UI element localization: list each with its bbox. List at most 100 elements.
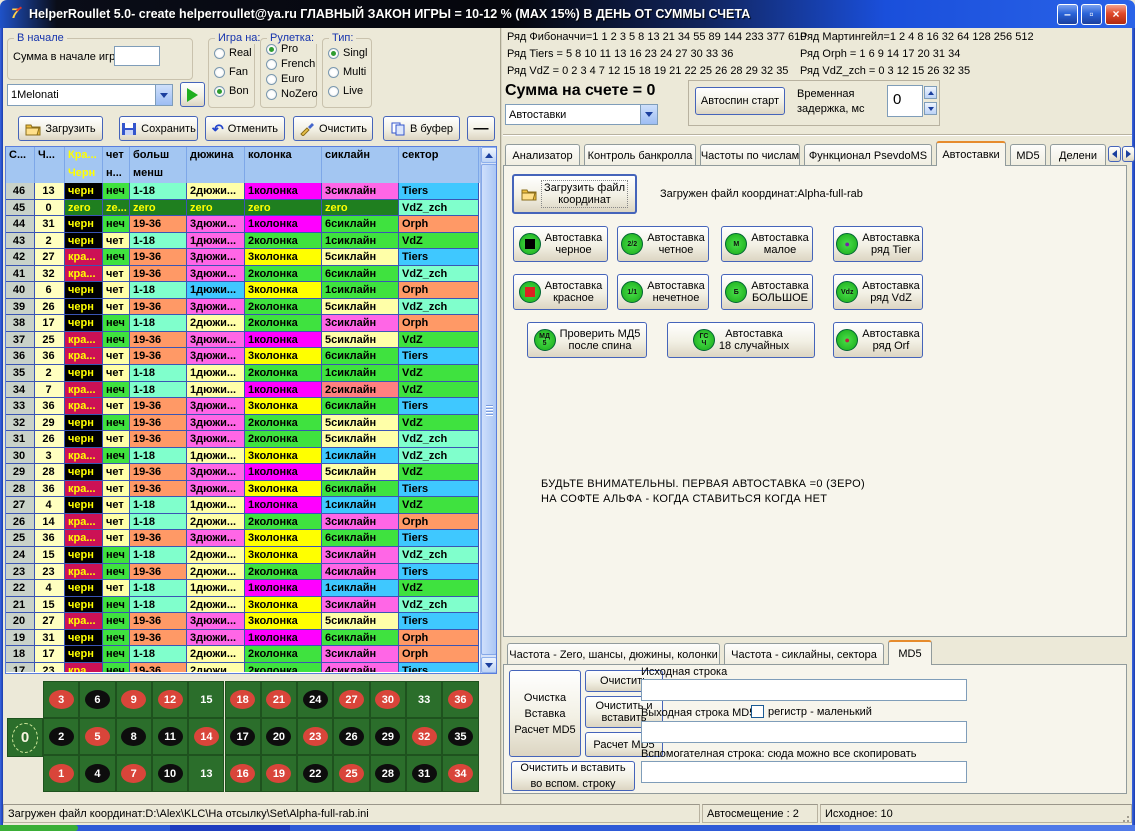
table-row[interactable]: 274чернчет1-181дюжи...1колонка1сиклайнVd… bbox=[6, 497, 496, 514]
md5-source-input[interactable] bbox=[641, 679, 967, 701]
close-button[interactable]: × bbox=[1105, 4, 1127, 25]
tabs-scroll-left-icon[interactable] bbox=[1108, 146, 1121, 162]
table-row[interactable]: 2836кра...чет19-363дюжи...3колонка6сикла… bbox=[6, 481, 496, 498]
results-table-rows[interactable]: 4613черннеч1-182дюжи...1колонка3сиклайнT… bbox=[6, 183, 496, 672]
table-row[interactable]: 1817черннеч1-182дюжи...2колонка3сиклайнO… bbox=[6, 646, 496, 663]
table-row[interactable]: 3817черннеч1-182дюжи...2колонка3сиклайнO… bbox=[6, 315, 496, 332]
table-row[interactable]: 224чернчет1-181дюжи...1колонка1сиклайнVd… bbox=[6, 580, 496, 597]
table-row[interactable]: 406чернчет1-181дюжи...3колонка1сиклайнOr… bbox=[6, 282, 496, 299]
roulette-cell-36[interactable]: 36 bbox=[443, 682, 477, 717]
radio-fan[interactable]: Fan bbox=[214, 66, 248, 78]
roulette-cell-33[interactable]: 33 bbox=[407, 682, 441, 717]
roulette-cell-28[interactable]: 28 bbox=[371, 756, 405, 791]
collapse-button[interactable]: — bbox=[467, 116, 495, 141]
chevron-down-icon[interactable] bbox=[155, 85, 172, 105]
radio-pro[interactable]: Pro bbox=[266, 43, 298, 55]
roulette-cell-25[interactable]: 25 bbox=[334, 756, 368, 791]
roulette-cell-29[interactable]: 29 bbox=[371, 719, 405, 754]
column-header[interactable]: Черн bbox=[65, 165, 103, 183]
table-row[interactable]: 4613черннеч1-182дюжи...1колонка3сиклайнT… bbox=[6, 183, 496, 200]
roulette-cell-26[interactable]: 26 bbox=[334, 719, 368, 754]
roulette-cell-30[interactable]: 30 bbox=[371, 682, 405, 717]
tabs-scroll-right-icon[interactable] bbox=[1122, 146, 1135, 162]
clear-button[interactable]: Очистить bbox=[293, 116, 373, 141]
maximize-button[interactable]: ▫ bbox=[1081, 4, 1102, 25]
table-row[interactable]: 2614кра...чет1-182дюжи...2колонка3сиклай… bbox=[6, 514, 496, 531]
column-header[interactable]: дюжина bbox=[187, 147, 245, 165]
tab-частоты-по-числам[interactable]: Частоты по числам bbox=[700, 144, 800, 166]
minimize-button[interactable]: – bbox=[1057, 4, 1078, 25]
column-header[interactable]: сиклайн bbox=[322, 147, 399, 165]
autobet-button-красное[interactable]: Автоставкакрасное bbox=[513, 274, 608, 310]
autobet-button-малое[interactable]: МАвтоставкамалое bbox=[721, 226, 813, 262]
roulette-cell-18[interactable]: 18 bbox=[226, 682, 260, 717]
table-row[interactable]: 303кра...неч1-181дюжи...3колонка1сиклайн… bbox=[6, 448, 496, 465]
roulette-cell-11[interactable]: 11 bbox=[153, 719, 187, 754]
roulette-cell-15[interactable]: 15 bbox=[189, 682, 223, 717]
radio-icon[interactable] bbox=[214, 48, 225, 59]
roulette-cell-14[interactable]: 14 bbox=[189, 719, 223, 754]
undo-button[interactable]: ↶ Отменить bbox=[205, 116, 285, 141]
roulette-cell-35[interactable]: 35 bbox=[443, 719, 477, 754]
roulette-cell-27[interactable]: 27 bbox=[334, 682, 368, 717]
roulette-cell-34[interactable]: 34 bbox=[443, 756, 477, 791]
tab-частота-сиклайны-сектора[interactable]: Частота - сиклайны, сектора bbox=[724, 643, 884, 665]
roulette-cell-17[interactable]: 17 bbox=[226, 719, 260, 754]
autobet-button-ряд-tier[interactable]: ●Автоставкаряд Tier bbox=[833, 226, 923, 262]
table-row[interactable]: 3636кра...чет19-363дюжи...3колонка6сикла… bbox=[6, 348, 496, 365]
radio-icon[interactable] bbox=[328, 67, 339, 78]
table-row[interactable]: 2027кра...неч19-363дюжи...3колонка5сикла… bbox=[6, 613, 496, 630]
md5-aux-input[interactable] bbox=[641, 761, 967, 783]
md5-clear-paste-calc-button[interactable]: ОчисткаВставкаРасчет MD5 bbox=[509, 670, 581, 757]
roulette-cell-6[interactable]: 6 bbox=[80, 682, 114, 717]
column-header[interactable] bbox=[35, 165, 65, 183]
radio-euro[interactable]: Euro bbox=[266, 73, 304, 85]
column-header[interactable]: Кра... bbox=[65, 147, 103, 165]
tab-анализатор[interactable]: Анализатор bbox=[505, 144, 580, 166]
roulette-cell-13[interactable]: 13 bbox=[189, 756, 223, 791]
roulette-cell-1[interactable]: 1 bbox=[44, 756, 78, 791]
tab-md5[interactable]: MD5 bbox=[1010, 144, 1046, 166]
tab-частота-zero-шансы-дюжины-колонки[interactable]: Частота - Zero, шансы, дюжины, колонки bbox=[507, 643, 720, 665]
roulette-cell-22[interactable]: 22 bbox=[298, 756, 332, 791]
save-button[interactable]: Сохранить bbox=[119, 116, 198, 141]
roulette-cell-7[interactable]: 7 bbox=[117, 756, 151, 791]
roulette-cell-24[interactable]: 24 bbox=[298, 682, 332, 717]
roulette-cell-3[interactable]: 3 bbox=[44, 682, 78, 717]
taskbar-button[interactable] bbox=[170, 825, 290, 831]
radio-multi[interactable]: Multi bbox=[328, 66, 366, 78]
autobet-button-черное[interactable]: Автоставкачерное bbox=[513, 226, 608, 262]
profile-combobox[interactable]: 1Melonati bbox=[7, 84, 173, 106]
column-header[interactable]: н... bbox=[103, 165, 130, 183]
table-row[interactable]: 3725кра...неч19-363дюжи...1колонка5сикла… bbox=[6, 332, 496, 349]
table-row[interactable]: 2415черннеч1-182дюжи...3колонка3сиклайнV… bbox=[6, 547, 496, 564]
table-row[interactable]: 4132кра...чет19-363дюжи...2колонка6сикла… bbox=[6, 266, 496, 283]
table-row[interactable]: 2928чернчет19-363дюжи...1колонка5сиклайн… bbox=[6, 464, 496, 481]
radio-nozero[interactable]: NoZero bbox=[266, 88, 318, 100]
table-row[interactable]: 2536кра...чет19-363дюжи...3колонка6сикла… bbox=[6, 530, 496, 547]
autobets-combobox[interactable]: Автоставки bbox=[505, 104, 658, 125]
table-row[interactable]: 4431черннеч19-363дюжи...1колонка6сиклайн… bbox=[6, 216, 496, 233]
radio-icon[interactable] bbox=[266, 59, 277, 70]
roulette-cell-4[interactable]: 4 bbox=[80, 756, 114, 791]
table-row[interactable]: 3926чернчет19-363дюжи...2колонка5сиклайн… bbox=[6, 299, 496, 316]
radio-french[interactable]: French bbox=[266, 58, 315, 70]
delay-input[interactable]: 0 bbox=[887, 85, 923, 117]
column-header[interactable]: С... bbox=[6, 147, 35, 165]
roulette-cell-8[interactable]: 8 bbox=[117, 719, 151, 754]
scroll-down-icon[interactable] bbox=[481, 657, 497, 673]
column-header[interactable]: больш bbox=[130, 147, 187, 165]
autobet-button-четное[interactable]: 2/2Автоставкачетное bbox=[617, 226, 709, 262]
table-row[interactable]: 2323кра...неч19-362дюжи...2колонка4сикла… bbox=[6, 564, 496, 581]
tab-md5[interactable]: MD5 bbox=[888, 640, 932, 665]
play-button[interactable] bbox=[180, 82, 205, 107]
tab-автоставки[interactable]: Автоставки bbox=[936, 141, 1006, 166]
radio-bon[interactable]: Bon bbox=[214, 85, 249, 97]
table-row[interactable]: 3336кра...чет19-363дюжи...3колонка6сикла… bbox=[6, 398, 496, 415]
roulette-cell-19[interactable]: 19 bbox=[262, 756, 296, 791]
column-header[interactable]: сектор bbox=[399, 147, 479, 165]
radio-icon[interactable] bbox=[266, 89, 277, 100]
md5-clear-paste-aux-button[interactable]: Очистить и вставитьво вспом. строку bbox=[511, 761, 635, 791]
autospin-start-button[interactable]: Автоспин старт bbox=[695, 87, 785, 115]
table-row[interactable]: 4227кра...неч19-363дюжи...3колонка5сикла… bbox=[6, 249, 496, 266]
